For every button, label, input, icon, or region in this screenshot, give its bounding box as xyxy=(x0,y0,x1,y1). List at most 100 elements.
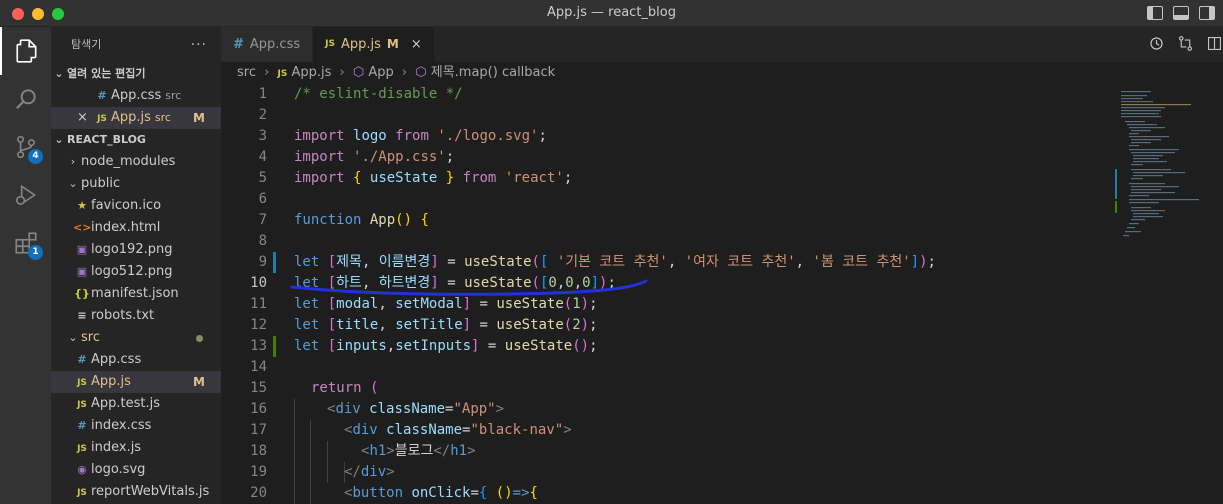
window-title: App.js — react_blog xyxy=(546,5,677,20)
tree-file[interactable]: JS index.js xyxy=(51,437,221,459)
js-file-icon: JS xyxy=(325,39,335,49)
chevron-right-icon: › xyxy=(401,65,408,80)
code-text: </div> xyxy=(344,464,395,480)
close-tab-icon[interactable]: × xyxy=(411,27,422,62)
editor-actions xyxy=(1148,35,1223,52)
breadcrumb-item[interactable]: App xyxy=(368,65,393,80)
css-file-icon: # xyxy=(77,353,87,366)
code-line: 3 import logo from './logo.svg'; xyxy=(221,126,1121,147)
line-number: 15 xyxy=(250,380,267,396)
open-editor-desc: src xyxy=(154,111,171,124)
tree-label: manifest.json xyxy=(91,286,179,301)
tree-file[interactable]: <>index.html xyxy=(51,217,221,239)
explorer-activity[interactable] xyxy=(0,27,51,75)
symbol-method-icon: ⬡ xyxy=(415,65,427,80)
tab-app-css[interactable]: # App.css xyxy=(221,27,314,62)
chevron-right-icon: › xyxy=(339,65,345,80)
activity-bar: 4 1 xyxy=(0,27,51,504)
source-control-badge: 4 xyxy=(28,149,43,164)
line-number: 10 xyxy=(250,275,267,291)
code-text: <div className="App"> xyxy=(327,401,505,417)
json-file-icon: {} xyxy=(74,287,90,300)
search-activity[interactable] xyxy=(0,75,51,123)
tree-file[interactable]: JS App.test.js xyxy=(51,393,221,415)
tree-file[interactable]: ▣ logo192.png xyxy=(51,239,221,261)
tree-label: index.js xyxy=(91,440,142,455)
open-editor-item-active[interactable]: × JS App.js src M xyxy=(51,107,221,129)
tree-label: logo.svg xyxy=(91,462,146,477)
chevron-right-icon: › xyxy=(70,155,76,168)
tab-bar: # App.css JS App.js M × xyxy=(221,27,1223,62)
tree-label: src xyxy=(81,330,100,345)
tree-file[interactable]: ≡ robots.txt xyxy=(51,305,221,327)
tree-file[interactable]: ▣ logo512.png xyxy=(51,261,221,283)
tree-file[interactable]: ★ favicon.ico xyxy=(51,195,221,217)
code-line: 15 return ( xyxy=(221,378,1121,399)
source-control-activity[interactable]: 4 xyxy=(0,123,51,171)
line-number: 20 xyxy=(250,485,267,501)
line-number: 3 xyxy=(258,128,267,144)
breadcrumb-item[interactable]: src xyxy=(237,65,256,80)
code-text: /* eslint-disable */ xyxy=(294,86,463,102)
js-file-icon: JS xyxy=(97,114,107,124)
code-line: 4 import './App.css'; xyxy=(221,147,1121,168)
html-file-icon: <> xyxy=(73,221,92,234)
text-file-icon: ≡ xyxy=(77,309,87,322)
toggle-primary-sidebar-icon[interactable] xyxy=(1147,6,1163,20)
project-section[interactable]: ⌄ REACT_BLOG xyxy=(51,129,221,151)
run-debug-activity[interactable] xyxy=(0,171,51,219)
code-line: 1 /* eslint-disable */ xyxy=(221,84,1121,105)
open-editor-item[interactable]: # App.css src xyxy=(51,85,221,107)
extensions-activity[interactable]: 1 xyxy=(0,219,51,267)
tree-file[interactable]: # index.css xyxy=(51,415,221,437)
underline-annotation xyxy=(290,279,648,296)
line-number: 17 xyxy=(250,422,267,438)
code-line: 5 import { useState } from 'react'; xyxy=(221,168,1121,189)
js-file-icon: JS xyxy=(77,488,87,498)
tree-file-active[interactable]: JS App.js M xyxy=(51,371,221,393)
line-number: 11 xyxy=(250,296,267,312)
code-line: 19 </div> xyxy=(221,462,1121,483)
code-text: function App() { xyxy=(294,212,429,228)
line-number: 16 xyxy=(250,401,267,417)
split-editor-icon[interactable] xyxy=(1206,35,1223,52)
title-bar: App.js — react_blog xyxy=(0,0,1223,27)
open-editors-section[interactable]: ⌄ 열려 있는 편집기 xyxy=(51,63,221,85)
breadcrumb-item[interactable]: App.js xyxy=(291,65,331,80)
minimap[interactable] xyxy=(1115,89,1205,289)
code-line: 8 xyxy=(221,231,1121,252)
compare-changes-icon[interactable] xyxy=(1177,35,1194,52)
tree-folder-src[interactable]: ⌄ src xyxy=(51,327,221,349)
js-file-icon: JS xyxy=(77,400,87,410)
line-number: 7 xyxy=(258,212,267,228)
tree-folder-node-modules[interactable]: › node_modules xyxy=(51,151,221,173)
js-file-icon: JS xyxy=(277,69,288,79)
chevron-down-icon: ⌄ xyxy=(68,177,78,190)
breadcrumb-item[interactable]: 제목.map() callback xyxy=(431,65,555,80)
code-text: <h1>블로그</h1> xyxy=(361,443,476,459)
extensions-badge: 1 xyxy=(28,245,43,260)
tree-label: favicon.ico xyxy=(91,198,162,213)
code-line: 9 let [제목, 이름변경] = useState([ '기본 코트 추천',… xyxy=(221,252,1121,273)
layout-controls xyxy=(1147,6,1215,20)
toggle-panel-icon[interactable] xyxy=(1173,6,1189,20)
tree-label: App.js xyxy=(91,374,131,389)
chevron-down-icon: ⌄ xyxy=(54,133,64,146)
tree-file[interactable]: ◉ logo.svg xyxy=(51,459,221,481)
tab-app-js[interactable]: JS App.js M × xyxy=(313,27,435,62)
timeline-icon[interactable] xyxy=(1148,35,1165,52)
code-text: import './App.css'; xyxy=(294,149,455,165)
tree-file[interactable]: JS reportWebVitals.js xyxy=(51,481,221,503)
tree-folder-public[interactable]: ⌄ public xyxy=(51,173,221,195)
code-text: return ( xyxy=(311,380,379,396)
code-text: <div className="black-nav"> xyxy=(344,422,572,438)
editor-area: # App.css JS App.js M × src › JS App.js … xyxy=(221,27,1223,504)
favicon-file-icon: ★ xyxy=(77,199,87,212)
close-icon[interactable]: × xyxy=(77,107,93,129)
toggle-secondary-sidebar-icon[interactable] xyxy=(1199,6,1215,20)
tree-file[interactable]: # App.css xyxy=(51,349,221,371)
code-text: let [title, setTitle] = useState(2); xyxy=(294,317,598,333)
tree-file[interactable]: {}manifest.json xyxy=(51,283,221,305)
more-actions-icon[interactable]: ··· xyxy=(191,27,207,63)
line-number: 13 xyxy=(250,338,267,354)
